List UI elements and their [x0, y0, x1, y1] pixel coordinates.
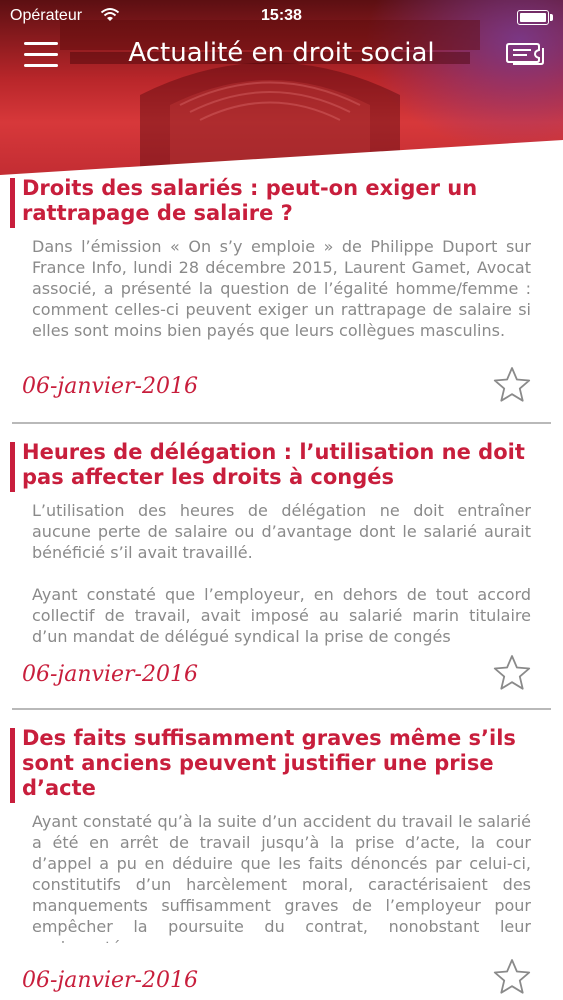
article-item[interactable]: Droits des salariés : peut-on exiger un …: [0, 176, 563, 426]
article-accent-bar: [10, 728, 15, 803]
article-title[interactable]: Droits des salariés : peut-on exiger un …: [0, 176, 563, 226]
article-paragraph: Dans l’émission « On s’y emploie » de Ph…: [32, 237, 531, 340]
status-bar: Opérateur 15:38: [0, 0, 563, 34]
article-title[interactable]: Des faits suffisamment graves même s’ils…: [0, 726, 563, 801]
star-outline-icon[interactable]: [493, 958, 531, 996]
article-item[interactable]: Heures de délégation : l’utilisation ne …: [0, 440, 563, 710]
page-title: Actualité en droit social: [128, 38, 435, 68]
article-date: 06-janvier-2016: [22, 662, 198, 687]
divider: [12, 422, 551, 424]
article-item[interactable]: Des faits suffisamment graves même s’ils…: [0, 726, 563, 1000]
article-excerpt: L’utilisation des heures de délégation n…: [32, 500, 531, 647]
article-paragraph: L’utilisation des heures de délégation n…: [32, 501, 531, 562]
article-paragraph: Ayant constaté qu’à la suite d’un accide…: [32, 812, 531, 943]
battery-icon: [517, 10, 553, 25]
divider: [12, 708, 551, 710]
article-date: 06-janvier-2016: [22, 374, 198, 399]
article-accent-bar: [10, 178, 15, 228]
article-excerpt: Dans l’émission « On s’y emploie » de Ph…: [32, 236, 531, 362]
article-paragraph: Ayant constaté que l’employeur, en dehor…: [32, 585, 531, 646]
article-accent-bar: [10, 442, 15, 492]
status-time: 15:38: [261, 7, 302, 24]
article-title[interactable]: Heures de délégation : l’utilisation ne …: [0, 440, 563, 490]
ticket-button[interactable]: [505, 40, 545, 68]
article-date: 06-janvier-2016: [22, 968, 198, 993]
ticket-icon: [506, 43, 544, 65]
star-outline-icon[interactable]: [493, 366, 531, 404]
article-excerpt: Ayant constaté qu’à la suite d’un accide…: [32, 811, 531, 943]
star-outline-icon[interactable]: [493, 654, 531, 692]
